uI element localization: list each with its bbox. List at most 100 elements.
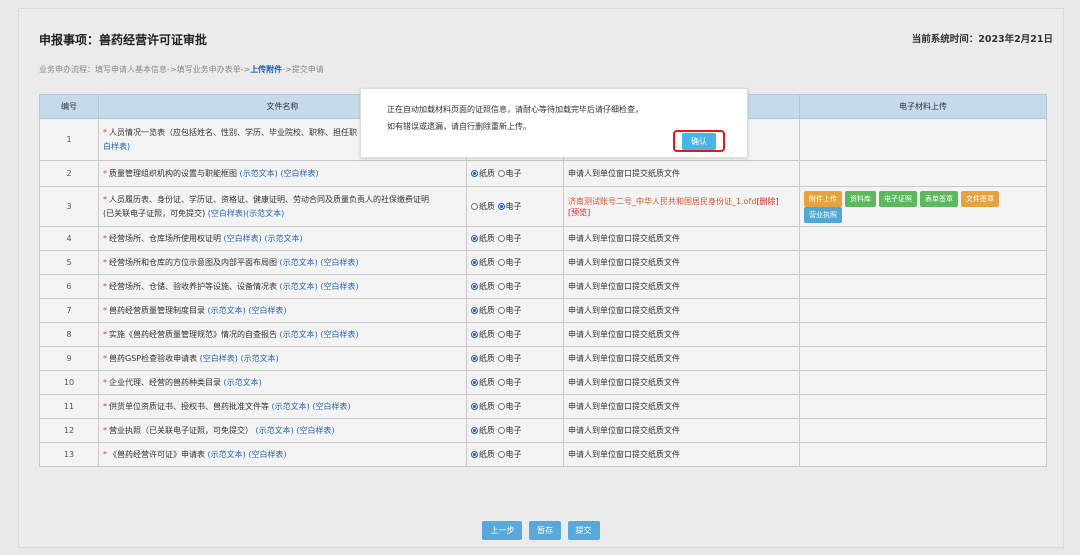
paper-label: 纸质 <box>479 402 495 411</box>
paper-radio[interactable] <box>471 235 478 242</box>
submission-note: 申请人到单位窗口提交纸质文件 <box>568 354 680 363</box>
row-number: 4 <box>39 226 99 251</box>
electronic-radio[interactable] <box>497 355 505 362</box>
paper-radio[interactable] <box>471 307 478 314</box>
template-link[interactable]: (示范文本) <box>280 282 318 291</box>
template-link[interactable]: (空白样表) <box>296 426 334 435</box>
paper-radio[interactable] <box>471 355 478 362</box>
template-link[interactable]: (示范文本) <box>256 426 294 435</box>
submission-note: 申请人到单位窗口提交纸质文件 <box>568 306 680 315</box>
system-date: 当前系统时间：2023年2月21日 <box>911 34 1053 45</box>
row-number: 1 <box>39 118 99 161</box>
electronic-label: 电子 <box>505 234 522 243</box>
upload-cell <box>799 346 1047 371</box>
row-number: 8 <box>39 322 99 347</box>
template-link[interactable]: (示范文本) <box>208 450 246 459</box>
paper-radio[interactable] <box>471 403 478 410</box>
bottom-actions: 上一步 暂存 提交 <box>19 521 1063 540</box>
note-cell: 申请人到单位窗口提交纸质文件 <box>563 370 800 395</box>
flow-step-1: 业务申办流程：填写申请人基本信息->填写业务申办表单-> <box>39 65 251 74</box>
type-cell: 纸质 电子 <box>466 442 564 467</box>
paper-label: 纸质 <box>479 234 495 243</box>
template-link[interactable]: (示范文本) <box>264 234 302 243</box>
template-link[interactable]: (示范文本) <box>280 330 318 339</box>
template-link[interactable]: (示范文本) <box>240 354 278 363</box>
electronic-radio[interactable] <box>497 259 505 266</box>
paper-radio[interactable] <box>471 283 478 290</box>
template-link[interactable]: (示范文本) <box>208 306 246 315</box>
page-title: 申报事项：兽药经营许可证审批 <box>39 33 208 47</box>
template-link[interactable]: (示范文本) <box>280 258 318 267</box>
row-number: 10 <box>39 370 99 395</box>
electronic-radio[interactable] <box>497 331 505 338</box>
dialog-message: 正在自动加载材料页面的证照信息，请耐心等待加载完毕后请仔细检查， 如有错误或遗漏… <box>387 101 643 135</box>
electronic-radio[interactable] <box>497 283 505 290</box>
template-link[interactable]: (空白样表) <box>248 306 286 315</box>
table-row: 7 * 兽药经营质量管理制度目录 (示范文本) (空白样表) 纸质 电子 申请人到单位窗… <box>39 298 1047 323</box>
required-mark: * <box>103 449 107 459</box>
required-mark: * <box>103 194 107 204</box>
table-row: 8 * 实施《兽药经营质量管理规范》情况的自查报告 (示范文本) (空白样表) 纸质 … <box>39 322 1047 347</box>
paper-radio[interactable] <box>471 170 478 177</box>
template-link[interactable]: (空白样表) <box>248 450 286 459</box>
template-link[interactable]: (示范文本) <box>240 169 278 178</box>
e-certificate-button[interactable]: 电子证照 <box>879 190 917 207</box>
library-button[interactable]: 资料库 <box>845 190 876 207</box>
paper-radio[interactable] <box>471 331 478 338</box>
attachment-upload-button[interactable]: 附件上传 <box>804 190 842 207</box>
save-button[interactable]: 暂存 <box>529 521 561 540</box>
upload-cell <box>799 418 1047 443</box>
confirm-button[interactable]: 确认 <box>682 132 716 150</box>
required-mark: * <box>103 377 107 387</box>
type-cell: 纸质 电子 <box>466 160 564 187</box>
file-name-cell: * 供货单位资质证书、授权书、兽药批准文件等 (示范文本) (空白样表) <box>98 394 467 419</box>
submission-note: 申请人到单位窗口提交纸质文件 <box>568 426 680 435</box>
template-link[interactable]: (空白样表) <box>208 209 246 218</box>
electronic-radio[interactable] <box>497 403 505 410</box>
delete-link[interactable]: [删除] <box>756 197 778 206</box>
electronic-radio[interactable] <box>497 379 505 386</box>
submission-note: 申请人到单位窗口提交纸质文件 <box>568 330 680 339</box>
template-link[interactable]: (空白样表) <box>312 402 350 411</box>
paper-radio[interactable] <box>471 427 478 434</box>
required-mark: * <box>103 281 107 291</box>
flow-step-3: ->提交申请 <box>282 65 324 74</box>
electronic-radio[interactable] <box>497 307 505 314</box>
preview-link[interactable]: [预览] <box>568 208 590 217</box>
table-row: 3 * 人员履历表、身份证、学历证、资格证、健康证明、劳动合同及质量负责人的社保缴费… <box>39 186 1047 227</box>
dialog-line-1: 正在自动加载材料页面的证照信息，请耐心等待加载完毕后请仔细检查， <box>387 105 643 114</box>
template-link[interactable]: (空白样表) <box>320 330 358 339</box>
prev-button[interactable]: 上一步 <box>482 521 523 540</box>
row-number: 5 <box>39 250 99 275</box>
electronic-radio[interactable] <box>497 170 505 177</box>
flow-step-active: 上传附件 <box>250 65 283 74</box>
electronic-radio[interactable] <box>497 235 505 242</box>
submission-note: 申请人到单位窗口提交纸质文件 <box>568 169 680 178</box>
uploaded-file-link[interactable]: 济南测试账号二号_中华人民共和国居民身份证_1.ofd <box>568 197 756 206</box>
template-link[interactable]: (空白样表) <box>200 354 238 363</box>
submit-button[interactable]: 提交 <box>567 521 600 540</box>
type-cell: 纸质 电子 <box>466 370 564 395</box>
file-name: 兽药经营质量管理制度目录 <box>109 305 205 315</box>
template-link[interactable]: (空白样表) <box>224 234 262 243</box>
electronic-radio[interactable] <box>497 203 505 210</box>
col-upload: 电子材料上传 <box>799 94 1047 119</box>
business-license-button[interactable]: 营业执照 <box>804 206 842 223</box>
template-link[interactable]: (空白样表) <box>320 282 358 291</box>
paper-radio[interactable] <box>471 203 478 210</box>
paper-radio[interactable] <box>471 379 478 386</box>
note-cell: 申请人到单位窗口提交纸质文件 <box>563 394 800 419</box>
paper-radio[interactable] <box>471 451 478 458</box>
template-link[interactable]: (示范文本) <box>272 402 310 411</box>
file-name: 供货单位资质证书、授权书、兽药批准文件等 <box>109 401 269 411</box>
template-link[interactable]: (空白样表) <box>320 258 358 267</box>
electronic-radio[interactable] <box>497 451 505 458</box>
file-sign-button[interactable]: 文件签章 <box>961 190 999 207</box>
form-sign-button[interactable]: 表单签章 <box>920 190 958 207</box>
electronic-radio[interactable] <box>497 427 505 434</box>
required-mark: * <box>103 305 107 315</box>
template-link[interactable]: (示范文本) <box>224 378 262 387</box>
template-link[interactable]: (空白样表) <box>280 169 318 178</box>
template-link[interactable]: (示范文本) <box>246 209 284 218</box>
paper-radio[interactable] <box>471 259 478 266</box>
